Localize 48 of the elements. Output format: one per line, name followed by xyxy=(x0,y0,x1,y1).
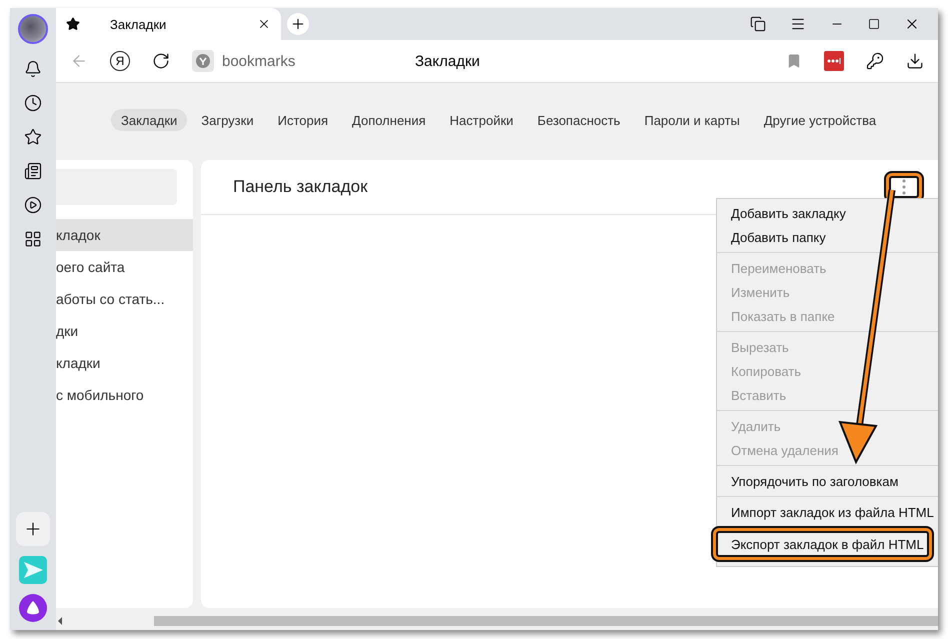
yandex-logo[interactable]: Я xyxy=(110,51,130,71)
maximize-icon[interactable] xyxy=(868,18,880,30)
folder-item[interactable]: кладки xyxy=(56,347,193,379)
menu-item[interactable]: Добавить папку xyxy=(717,225,938,249)
grid-icon[interactable] xyxy=(24,230,42,248)
nav-tab[interactable]: Закладки xyxy=(111,109,188,131)
search-field[interactable] xyxy=(56,169,177,205)
folder-item[interactable]: дки xyxy=(56,315,193,347)
folder-item[interactable]: аботы со стать... xyxy=(56,283,193,315)
play-icon[interactable] xyxy=(24,196,42,214)
menu-icon[interactable] xyxy=(790,16,806,32)
menu-item[interactable]: Импорт закладок из файла HTML xyxy=(717,500,938,524)
profile-avatar[interactable] xyxy=(18,14,48,44)
folder-item[interactable]: оего сайта xyxy=(56,251,193,283)
bell-icon[interactable] xyxy=(24,60,42,78)
menu-item[interactable]: Добавить закладку xyxy=(717,201,938,225)
assistant-icon[interactable] xyxy=(19,594,47,622)
nav-tab[interactable]: Дополнения xyxy=(342,109,436,131)
panel-title: Панель закладок xyxy=(233,177,368,197)
folder-item[interactable]: с мобильного xyxy=(56,379,193,411)
site-icon xyxy=(192,50,214,72)
folder-item[interactable]: кладок xyxy=(56,219,193,251)
nav-tab[interactable]: Настройки xyxy=(440,109,524,131)
extension-icon[interactable] xyxy=(824,51,844,71)
nav-tab[interactable]: История xyxy=(268,109,338,131)
key-icon[interactable] xyxy=(866,52,884,70)
close-tab-icon[interactable] xyxy=(257,17,271,31)
nav-tab[interactable]: Другие устройства xyxy=(754,109,886,131)
new-tab-button[interactable] xyxy=(287,13,309,35)
plus-icon xyxy=(290,16,306,32)
menu-item[interactable]: Экспорт закладок в файл HTML xyxy=(711,526,934,562)
more-icon xyxy=(902,179,906,195)
star-icon[interactable] xyxy=(24,128,42,146)
nav-tab[interactable]: Пароли и карты xyxy=(634,109,750,131)
browser-tab[interactable]: Закладки xyxy=(56,8,281,40)
nav-tab[interactable]: Безопасность xyxy=(527,109,630,131)
news-icon[interactable] xyxy=(24,162,42,180)
reload-icon[interactable] xyxy=(152,52,170,70)
download-icon[interactable] xyxy=(906,52,924,70)
nav-tab[interactable]: Загрузки xyxy=(191,109,264,131)
clock-icon[interactable] xyxy=(24,94,42,112)
add-button[interactable] xyxy=(16,512,50,546)
page-title: Закладки xyxy=(415,52,480,70)
collections-icon[interactable] xyxy=(750,16,766,32)
url-text[interactable]: bookmarks xyxy=(222,52,296,70)
menu-item[interactable]: Упорядочить по заголовкам xyxy=(717,469,938,493)
star-icon xyxy=(66,17,80,31)
bookmark-icon[interactable] xyxy=(786,53,802,69)
